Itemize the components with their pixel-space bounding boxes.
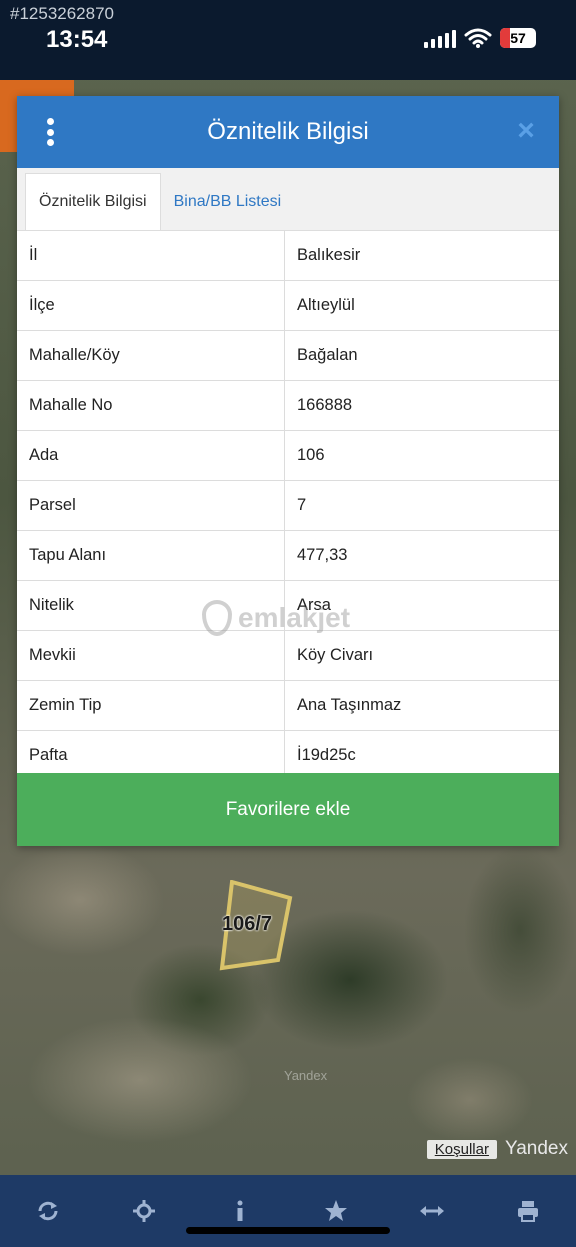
table-row: Mahalle No 166888 <box>17 381 559 431</box>
table-row: Ada 106 <box>17 431 559 481</box>
info-icon[interactable] <box>220 1191 260 1231</box>
table-row: Parsel 7 <box>17 481 559 531</box>
row-value: 106 <box>297 446 325 464</box>
row-key: Zemin Tip <box>17 681 285 730</box>
row-key: Mahalle/Köy <box>17 331 285 380</box>
row-key: Ada <box>17 431 285 480</box>
battery-level: 57 <box>510 30 526 46</box>
emlakjet-watermark: emlakjet <box>202 600 350 636</box>
listing-id: #1253262870 <box>10 4 115 23</box>
battery-icon: 57 <box>500 28 536 48</box>
close-icon[interactable]: × <box>511 116 541 146</box>
dialog-header: Öznitelik Bilgisi × <box>17 96 559 168</box>
row-key: Tapu Alanı <box>17 531 285 580</box>
print-icon[interactable] <box>508 1191 548 1231</box>
star-icon[interactable] <box>316 1191 356 1231</box>
table-row: İlçe Altıeylül <box>17 281 559 331</box>
status-icons: 57 <box>424 28 536 48</box>
attribute-dialog: Öznitelik Bilgisi × Öznitelik Bilgisi Bi… <box>17 96 559 846</box>
dialog-tabs: Öznitelik Bilgisi Bina/BB Listesi <box>17 168 559 231</box>
table-row: Mahalle/Köy Bağalan <box>17 331 559 381</box>
row-value: 7 <box>297 496 307 514</box>
row-value: 477,33 <box>297 546 348 564</box>
emlakjet-logo-icon <box>202 600 232 636</box>
measure-icon[interactable] <box>412 1191 452 1231</box>
row-value: Köy Civarı <box>297 646 374 664</box>
attribute-table: İl Balıkesir İlçe Altıeylül Mahalle/Köy … <box>17 231 559 781</box>
signal-icon <box>424 28 456 48</box>
row-key: İlçe <box>17 281 285 330</box>
terms-link[interactable]: Koşullar <box>426 1139 497 1159</box>
tab-building-list[interactable]: Bina/BB Listesi <box>161 174 295 230</box>
bottom-toolbar <box>0 1175 576 1247</box>
row-value: Ana Taşınmaz <box>297 696 402 714</box>
row-key: Mevkii <box>17 631 285 680</box>
table-row: Zemin Tip Ana Taşınmaz <box>17 681 559 731</box>
wifi-icon <box>464 28 492 48</box>
row-value: Balıkesir <box>297 246 361 264</box>
row-key: Parsel <box>17 481 285 530</box>
yandex-logo: Yandex <box>504 1138 568 1159</box>
row-value: Bağalan <box>297 346 358 364</box>
status-time: 13:54 <box>46 26 108 53</box>
kebab-menu-icon[interactable] <box>45 118 55 146</box>
dialog-title: Öznitelik Bilgisi <box>207 118 369 145</box>
table-row: Tapu Alanı 477,33 <box>17 531 559 581</box>
tab-attribute-info[interactable]: Öznitelik Bilgisi <box>25 173 161 230</box>
locate-icon[interactable] <box>124 1191 164 1231</box>
map-brand-overlay: Yandex <box>284 1068 328 1083</box>
home-indicator[interactable] <box>186 1227 390 1234</box>
map-footer: Koşullar Yandex <box>426 1138 568 1160</box>
refresh-icon[interactable] <box>28 1191 68 1231</box>
table-row: İl Balıkesir <box>17 231 559 281</box>
row-key: Mahalle No <box>17 381 285 430</box>
status-bar: #1253262870 13:54 57 <box>0 0 576 80</box>
row-key: İl <box>17 231 285 280</box>
parcel-label: 106/7 <box>222 913 273 935</box>
table-row: Mevkii Köy Civarı <box>17 631 559 681</box>
row-value: Altıeylül <box>297 296 355 314</box>
watermark-text: emlakjet <box>238 602 351 633</box>
row-value: 166888 <box>297 396 353 414</box>
add-to-favorites-button[interactable]: Favorilere ekle <box>17 773 559 846</box>
